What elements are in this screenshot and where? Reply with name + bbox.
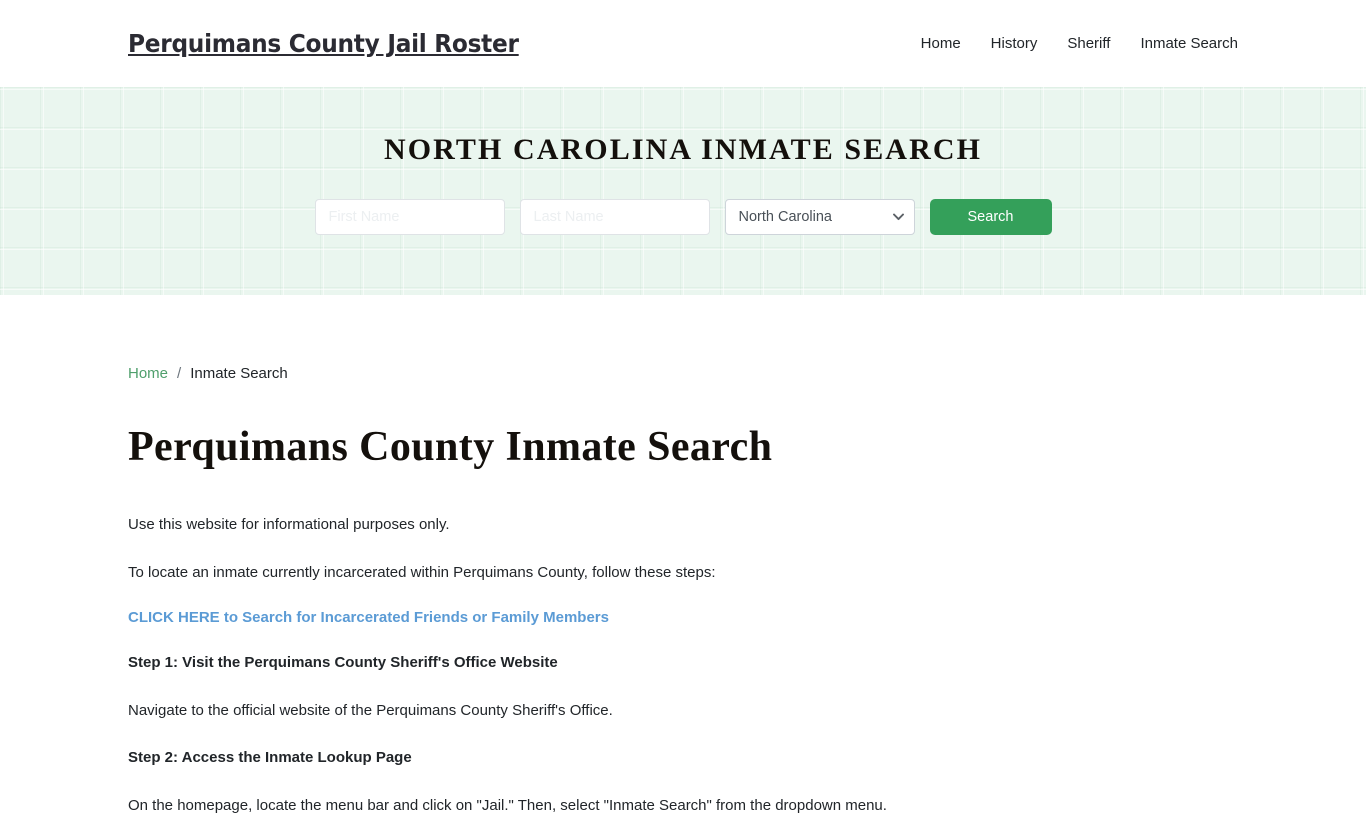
page-title: Perquimans County Inmate Search bbox=[128, 424, 773, 470]
search-button[interactable]: Search bbox=[929, 199, 1052, 235]
last-name-input[interactable] bbox=[519, 199, 710, 235]
breadcrumb: Home / Inmate Search bbox=[128, 295, 1238, 381]
breadcrumb-link-home[interactable]: Home bbox=[128, 366, 168, 381]
main-navigation: Home History Sheriff Inmate Search bbox=[921, 36, 1238, 51]
nav-link-history[interactable]: History bbox=[991, 36, 1038, 51]
intro-paragraph-1: Use this website for informational purpo… bbox=[128, 516, 450, 534]
step-2-body: On the homepage, locate the menu bar and… bbox=[128, 796, 887, 814]
breadcrumb-separator: / bbox=[177, 365, 182, 382]
nav-link-home[interactable]: Home bbox=[921, 36, 961, 51]
step-2-heading: Step 2: Access the Inmate Lookup Page bbox=[128, 749, 412, 767]
intro-paragraph-2: To locate an inmate currently incarcerat… bbox=[128, 563, 716, 581]
hero-title: NORTH CAROLINA INMATE SEARCH bbox=[383, 133, 983, 166]
state-select-wrapper: North Carolina bbox=[724, 199, 915, 235]
site-header: Perquimans County Jail Roster Home Histo… bbox=[0, 0, 1366, 87]
inmate-search-form: North Carolina Search bbox=[314, 199, 1052, 235]
nav-link-sheriff[interactable]: Sheriff bbox=[1067, 36, 1110, 51]
step-1-heading: Step 1: Visit the Perquimans County Sher… bbox=[128, 654, 558, 672]
main-content: Home / Inmate Search Perquimans County I… bbox=[0, 295, 1366, 817]
state-select[interactable]: North Carolina bbox=[724, 199, 915, 235]
first-name-input[interactable] bbox=[314, 199, 505, 235]
site-title[interactable]: Perquimans County Jail Roster bbox=[128, 29, 519, 58]
nav-link-inmate-search[interactable]: Inmate Search bbox=[1140, 36, 1238, 51]
hero-search-section: NORTH CAROLINA INMATE SEARCH North Carol… bbox=[0, 87, 1366, 295]
cta-search-link[interactable]: CLICK HERE to Search for Incarcerated Fr… bbox=[128, 609, 609, 626]
step-1-body: Navigate to the official website of the … bbox=[128, 701, 613, 719]
breadcrumb-current: Inmate Search bbox=[190, 365, 288, 382]
